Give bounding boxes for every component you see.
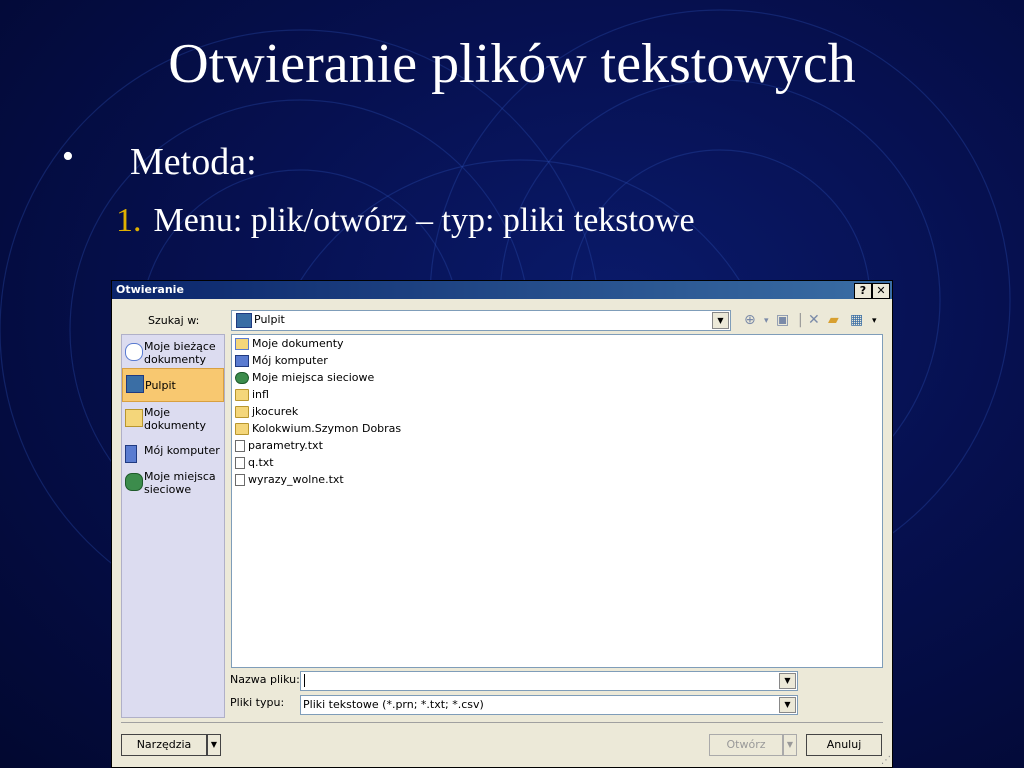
cancel-button[interactable]: Anuluj xyxy=(806,734,882,756)
dialog-title: Otwieranie xyxy=(116,283,184,296)
open-file-dialog: Otwieranie ? ✕ Szukaj w: Pulpit ▼ ⊕ ▾ ▣ … xyxy=(111,280,893,768)
desktop-icon xyxy=(126,375,144,393)
list-item[interactable]: q.txt xyxy=(235,456,274,473)
desktop-icon xyxy=(236,313,252,328)
close-button[interactable]: ✕ xyxy=(872,283,890,299)
delete-icon[interactable]: ✕ xyxy=(808,312,820,328)
network-places-icon xyxy=(125,473,143,491)
text-file-icon xyxy=(235,474,245,486)
chevron-down-icon[interactable]: ▼ xyxy=(712,312,729,329)
list-item[interactable]: Kolokwium.Szymon Dobras xyxy=(235,422,401,439)
network-icon xyxy=(235,372,249,384)
open-button[interactable]: Otwórz xyxy=(709,734,783,756)
tools-dropdown-icon[interactable]: ▼ xyxy=(207,734,221,756)
list-item[interactable]: Moje miejsca sieciowe xyxy=(235,371,374,388)
places-bar: Moje bieżące dokumenty Pulpit Moje dokum… xyxy=(121,334,225,718)
text-file-icon xyxy=(235,440,245,452)
footer-divider xyxy=(121,722,883,723)
folder-icon xyxy=(235,406,249,418)
views-icon[interactable]: ▦ xyxy=(850,312,863,328)
new-folder-icon[interactable]: ▰ xyxy=(828,312,839,328)
chevron-down-icon[interactable]: ▼ xyxy=(779,697,796,713)
numbered-item: 1. Menu: plik/otwórz – typ: pliki tekstow… xyxy=(116,202,695,240)
filetype-label: Pliki typu: xyxy=(230,696,285,709)
folder-icon xyxy=(235,423,249,435)
back-icon[interactable]: ⊕ xyxy=(744,312,756,328)
bullet-marker: • xyxy=(62,138,74,175)
place-label: Moje dokumenty xyxy=(144,406,206,432)
list-item[interactable]: Moje dokumenty xyxy=(235,337,344,354)
list-item[interactable]: wyrazy_wolne.txt xyxy=(235,473,344,490)
resize-grip-icon[interactable]: ⋰ xyxy=(881,755,891,766)
look-in-combo[interactable]: Pulpit ▼ xyxy=(231,310,731,331)
list-item[interactable]: infl xyxy=(235,388,269,405)
views-dropdown-icon[interactable]: ▾ xyxy=(872,316,877,326)
my-documents-icon xyxy=(235,338,249,350)
numbered-marker: 1. xyxy=(116,202,142,239)
place-label: Pulpit xyxy=(145,379,176,392)
text-cursor xyxy=(304,674,305,687)
up-folder-icon[interactable]: ▣ xyxy=(776,312,789,328)
dialog-toolbar: ⊕ ▾ ▣ | ✕ ▰ ▦ ▾ xyxy=(742,310,892,332)
text-file-icon xyxy=(235,457,245,469)
numbered-text: Menu: plik/otwórz – typ: pliki tekstowe xyxy=(153,202,695,239)
list-item[interactable]: jkocurek xyxy=(235,405,298,422)
folder-icon xyxy=(235,389,249,401)
place-label: Moje miejsca sieciowe xyxy=(144,470,216,496)
filename-input[interactable]: ▼ xyxy=(300,671,798,691)
open-dropdown-icon[interactable]: ▼ xyxy=(783,734,797,756)
tools-button[interactable]: Narzędzia xyxy=(121,734,207,756)
place-desktop[interactable]: Pulpit xyxy=(122,368,224,402)
separator-icon: | xyxy=(798,312,803,328)
my-computer-icon xyxy=(125,445,137,463)
list-item[interactable]: parametry.txt xyxy=(235,439,323,456)
filetype-value: Pliki tekstowe (*.prn; *.txt; *.csv) xyxy=(303,698,484,711)
bullet-text: Metoda: xyxy=(130,141,257,183)
file-list[interactable]: Moje dokumenty Mój komputer Moje miejsca… xyxy=(231,334,883,668)
look-in-label: Szukaj w: xyxy=(148,314,200,327)
help-button[interactable]: ? xyxy=(854,283,872,299)
place-label: Moje bieżące dokumenty xyxy=(144,340,216,366)
filename-label: Nazwa pliku: xyxy=(230,673,300,686)
dialog-titlebar[interactable]: Otwieranie ? ✕ xyxy=(112,281,892,299)
filetype-select[interactable]: Pliki tekstowe (*.prn; *.txt; *.csv) ▼ xyxy=(300,695,798,715)
place-label: Mój komputer xyxy=(144,444,220,457)
back-dropdown-icon[interactable]: ▾ xyxy=(764,316,769,326)
chevron-down-icon[interactable]: ▼ xyxy=(779,673,796,689)
place-network-places[interactable]: Moje miejsca sieciowe xyxy=(122,467,224,501)
place-recent-documents[interactable]: Moje bieżące dokumenty xyxy=(122,337,224,371)
my-documents-icon xyxy=(125,409,143,427)
look-in-value: Pulpit xyxy=(254,313,285,326)
place-my-documents[interactable]: Moje dokumenty xyxy=(122,403,224,437)
slide-title: Otwieranie plików tekstowych xyxy=(168,33,856,95)
computer-icon xyxy=(235,355,249,367)
list-item[interactable]: Mój komputer xyxy=(235,354,328,371)
recent-docs-icon xyxy=(125,343,143,361)
